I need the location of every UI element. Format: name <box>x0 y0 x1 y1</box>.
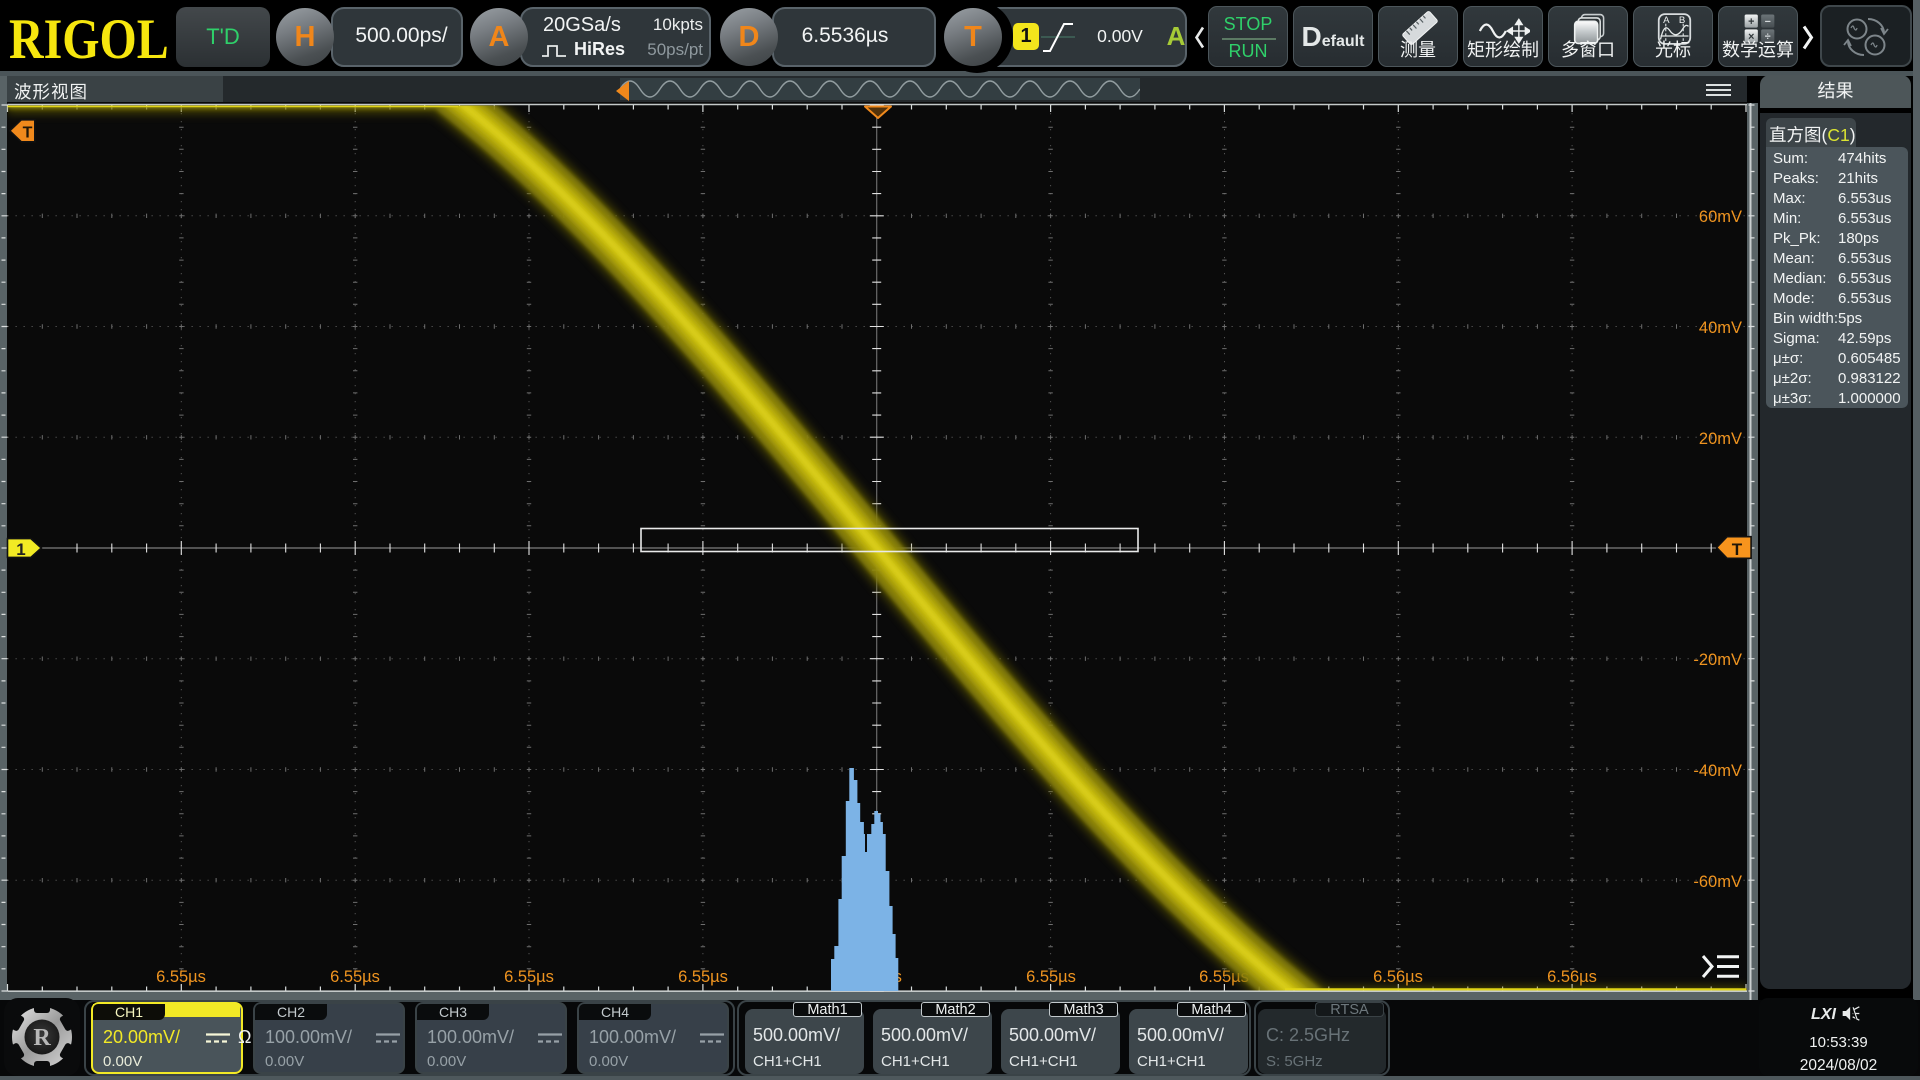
svg-text:T: T <box>23 125 33 142</box>
svg-text:+: + <box>1748 16 1754 28</box>
svg-text:6.55µs: 6.55µs <box>678 968 728 986</box>
svg-text:−: − <box>1765 16 1771 28</box>
svg-text:R: R <box>33 1025 51 1051</box>
svg-text:T: T <box>1732 540 1743 559</box>
svg-text:60mV: 60mV <box>1699 208 1742 226</box>
svg-text:B: B <box>1679 15 1685 26</box>
svg-text:20mV: 20mV <box>1699 430 1742 448</box>
svg-text:6.55µs: 6.55µs <box>504 968 554 986</box>
svg-text:6.55µs: 6.55µs <box>156 968 206 986</box>
svg-text:6.56µs: 6.56µs <box>1547 968 1597 986</box>
svg-text:6.56µs: 6.56µs <box>1373 968 1423 986</box>
svg-text:-20mV: -20mV <box>1693 651 1742 669</box>
svg-text:-40mV: -40mV <box>1693 762 1742 780</box>
svg-text:-60mV: -60mV <box>1693 873 1742 891</box>
svg-text:A: A <box>1663 15 1670 26</box>
svg-text:1: 1 <box>16 540 25 559</box>
svg-text:6.55µs: 6.55µs <box>1026 968 1076 986</box>
svg-text:6.55µs: 6.55µs <box>330 968 380 986</box>
svg-text:40mV: 40mV <box>1699 319 1742 337</box>
